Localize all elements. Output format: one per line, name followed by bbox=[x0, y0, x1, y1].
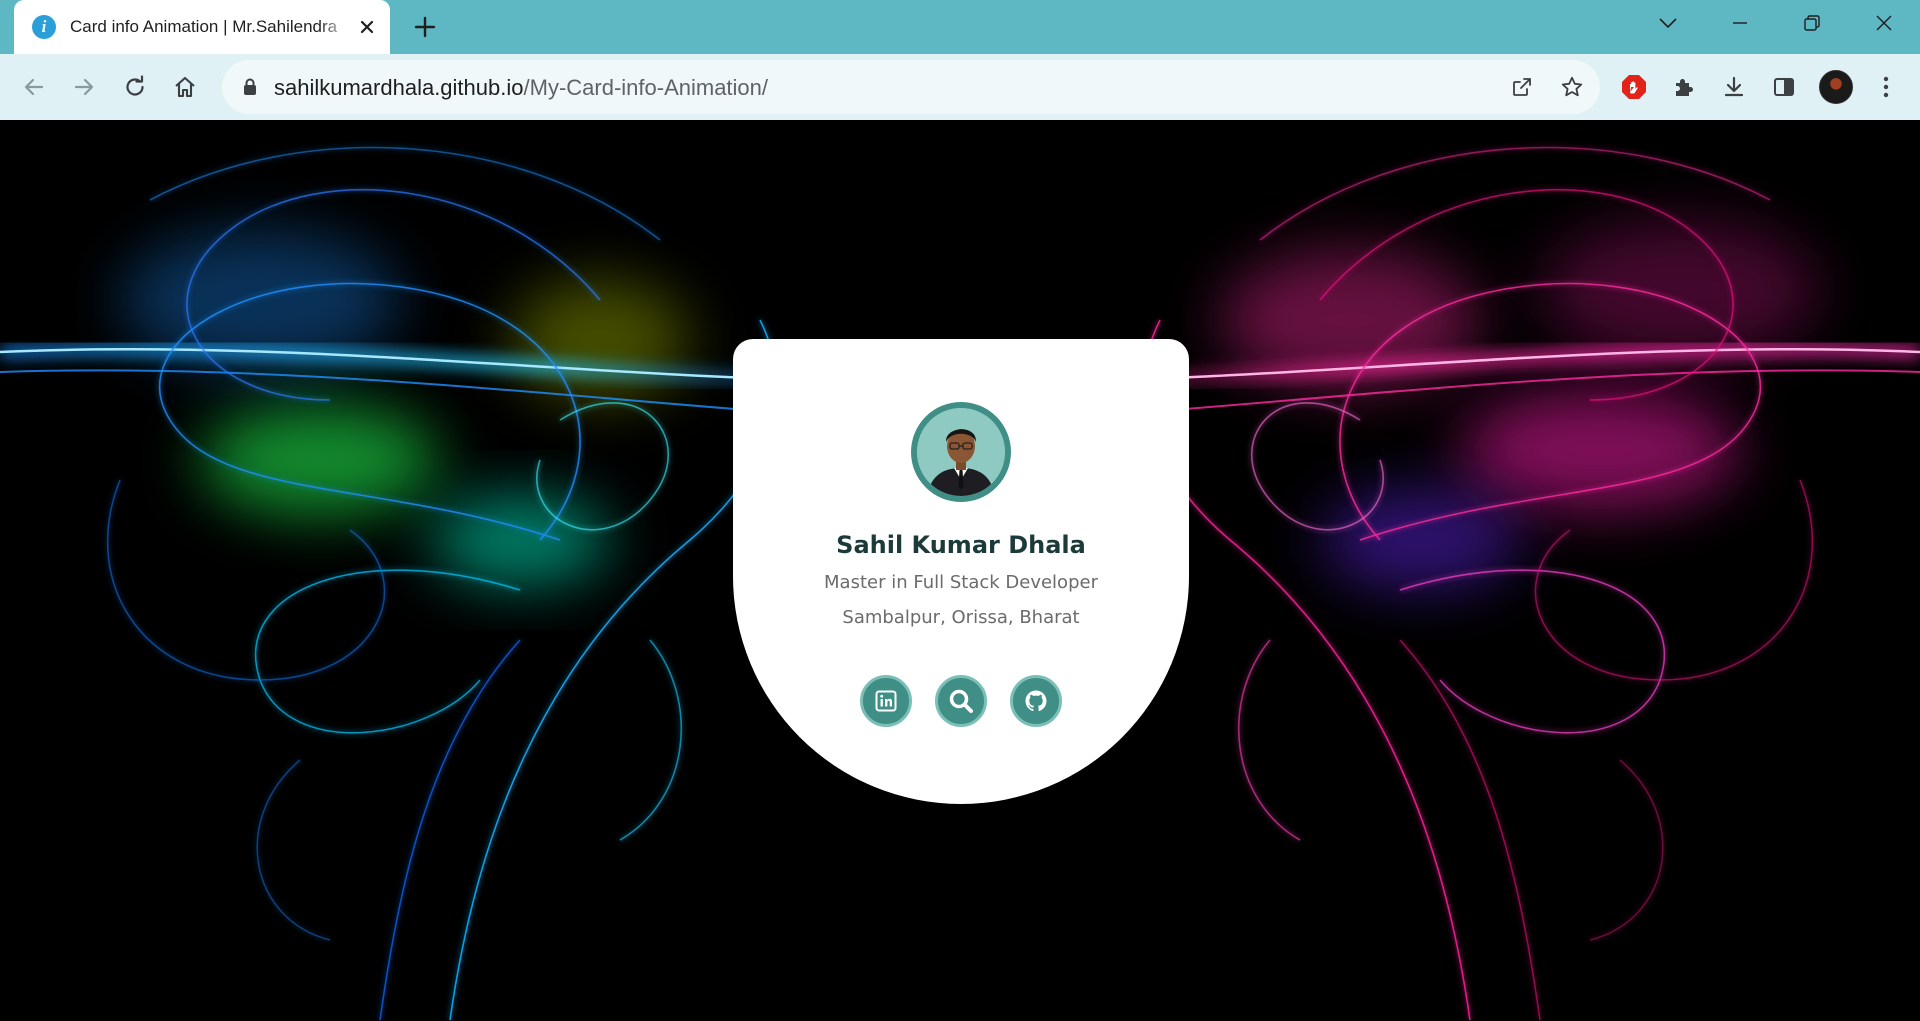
github-button[interactable] bbox=[1010, 675, 1062, 727]
profile-role: Master in Full Stack Developer bbox=[824, 572, 1098, 593]
forward-arrow-icon[interactable] bbox=[65, 68, 103, 106]
avatar bbox=[1819, 70, 1853, 104]
minimize-icon[interactable] bbox=[1720, 8, 1760, 38]
download-icon[interactable] bbox=[1715, 68, 1753, 106]
kebab-menu-icon[interactable] bbox=[1867, 68, 1905, 106]
tab-title: Card info Animation | Mr.Sahilendra bbox=[70, 17, 338, 36]
profile-photo bbox=[911, 402, 1011, 502]
profile-name: Sahil Kumar Dhala bbox=[836, 531, 1086, 559]
search-icon bbox=[949, 689, 973, 713]
github-icon bbox=[1025, 690, 1047, 712]
home-icon[interactable] bbox=[166, 68, 204, 106]
side-panel-icon[interactable] bbox=[1765, 68, 1803, 106]
info-icon: i bbox=[32, 15, 56, 39]
linkedin-icon bbox=[875, 690, 897, 712]
url-text[interactable]: sahilkumardhala.github.io/My-Card-info-A… bbox=[274, 75, 768, 101]
profile-button[interactable] bbox=[1817, 68, 1855, 106]
url-path: /My-Card-info-Animation/ bbox=[523, 75, 769, 100]
plus-icon[interactable] bbox=[410, 12, 440, 42]
back-arrow-icon[interactable] bbox=[15, 68, 53, 106]
tab-strip: i Card info Animation | Mr.Sahilendra bbox=[0, 0, 1920, 54]
share-icon[interactable] bbox=[1508, 73, 1536, 101]
page-content: Sahil Kumar Dhala Master in Full Stack D… bbox=[0, 120, 1920, 1021]
profile-card: Sahil Kumar Dhala Master in Full Stack D… bbox=[733, 339, 1189, 804]
star-icon[interactable] bbox=[1558, 73, 1586, 101]
reload-icon[interactable] bbox=[116, 68, 154, 106]
window-close-icon[interactable] bbox=[1864, 8, 1904, 38]
address-bar[interactable]: sahilkumardhala.github.io/My-Card-info-A… bbox=[222, 60, 1600, 114]
url-domain: sahilkumardhala.github.io bbox=[274, 75, 524, 100]
person-icon bbox=[917, 408, 1005, 496]
search-button[interactable] bbox=[935, 675, 987, 727]
browser-toolbar: sahilkumardhala.github.io/My-Card-info-A… bbox=[0, 54, 1920, 120]
restore-icon[interactable] bbox=[1792, 8, 1832, 38]
profile-location: Sambalpur, Orissa, Bharat bbox=[842, 607, 1080, 628]
close-icon[interactable] bbox=[356, 16, 378, 38]
lock-icon[interactable] bbox=[240, 77, 260, 97]
puzzle-icon[interactable] bbox=[1665, 68, 1703, 106]
adblock-icon[interactable] bbox=[1615, 68, 1653, 106]
active-tab[interactable]: i Card info Animation | Mr.Sahilendra bbox=[14, 0, 390, 54]
linkedin-button[interactable] bbox=[860, 675, 912, 727]
chevron-down-icon[interactable] bbox=[1648, 8, 1688, 38]
